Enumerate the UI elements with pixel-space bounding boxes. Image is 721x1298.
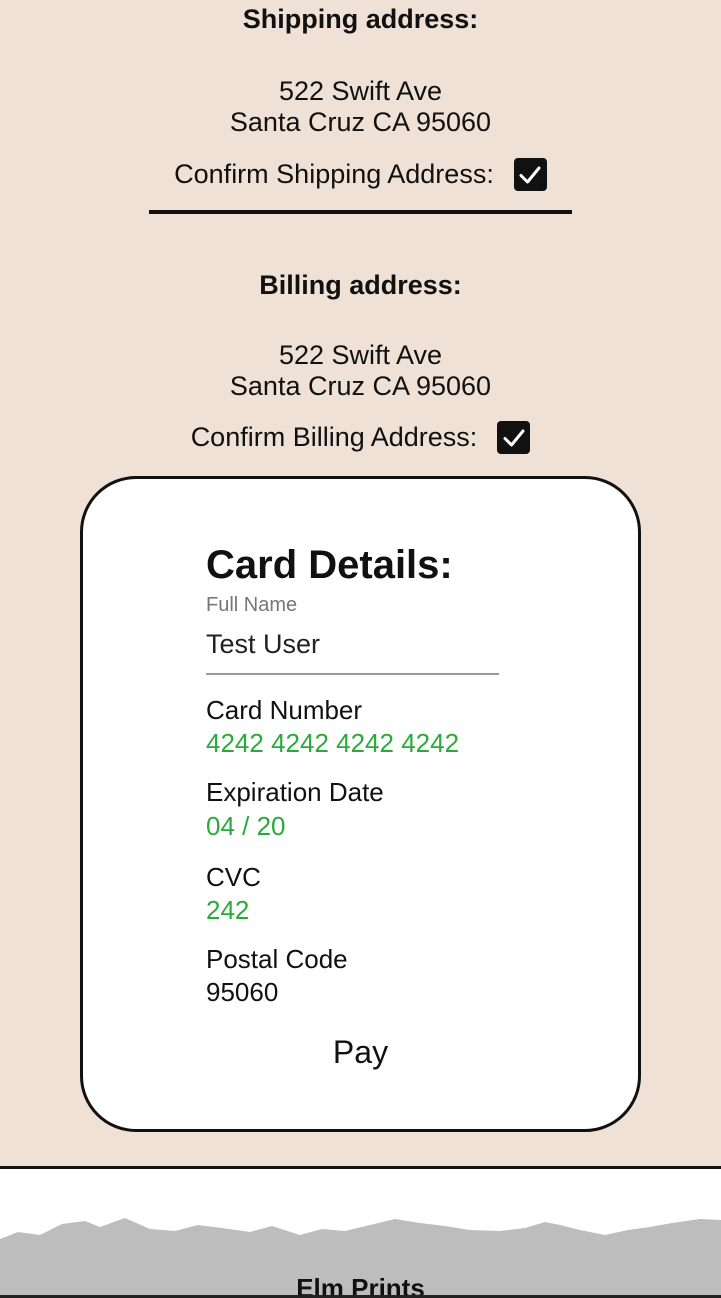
shipping-address-line2: Santa Cruz CA 95060 bbox=[229, 107, 492, 137]
confirm-billing-row: Confirm Billing Address: bbox=[0, 421, 721, 454]
checkmark-icon bbox=[503, 429, 525, 446]
postal-code-label: Postal Code bbox=[206, 944, 348, 974]
confirm-shipping-row: Confirm Shipping Address: bbox=[0, 158, 721, 191]
full-name-underline bbox=[206, 673, 499, 675]
full-name-input[interactable]: Test User bbox=[206, 629, 320, 660]
pay-button[interactable]: Pay bbox=[83, 1034, 638, 1071]
full-name-label: Full Name bbox=[206, 594, 298, 616]
card-number-label: Card Number bbox=[206, 695, 363, 725]
confirm-billing-label: Confirm Billing Address: bbox=[190, 422, 478, 452]
checkout-page: Shipping address: 522 Swift Ave Santa Cr… bbox=[0, 0, 721, 1298]
postal-code-input[interactable]: 95060 bbox=[206, 977, 278, 1008]
cvc-label: CVC bbox=[206, 862, 261, 892]
confirm-shipping-label: Confirm Shipping Address: bbox=[174, 159, 494, 189]
card-details-title: Card Details: bbox=[206, 543, 453, 587]
card-details-panel: Card Details: Full Name Test User Card N… bbox=[80, 476, 641, 1132]
shipping-address-heading: Shipping address: bbox=[242, 4, 479, 34]
confirm-billing-checkbox[interactable] bbox=[497, 421, 531, 454]
billing-address-line2: Santa Cruz CA 95060 bbox=[229, 371, 492, 401]
footer: Elm Prints bbox=[0, 1166, 721, 1298]
shipping-address-line1: 522 Swift Ave bbox=[278, 76, 443, 106]
confirm-shipping-checkbox[interactable] bbox=[513, 158, 547, 191]
cvc-input[interactable]: 242 bbox=[206, 895, 249, 926]
section-divider bbox=[149, 210, 572, 214]
card-number-input[interactable]: 4242 4242 4242 4242 bbox=[206, 728, 459, 759]
billing-address-line1: 522 Swift Ave bbox=[278, 340, 443, 370]
billing-address-heading: Billing address: bbox=[259, 270, 462, 300]
expiration-date-input[interactable]: 04 / 20 bbox=[206, 811, 286, 842]
expiration-date-label: Expiration Date bbox=[206, 777, 384, 807]
checkmark-icon bbox=[519, 166, 541, 183]
